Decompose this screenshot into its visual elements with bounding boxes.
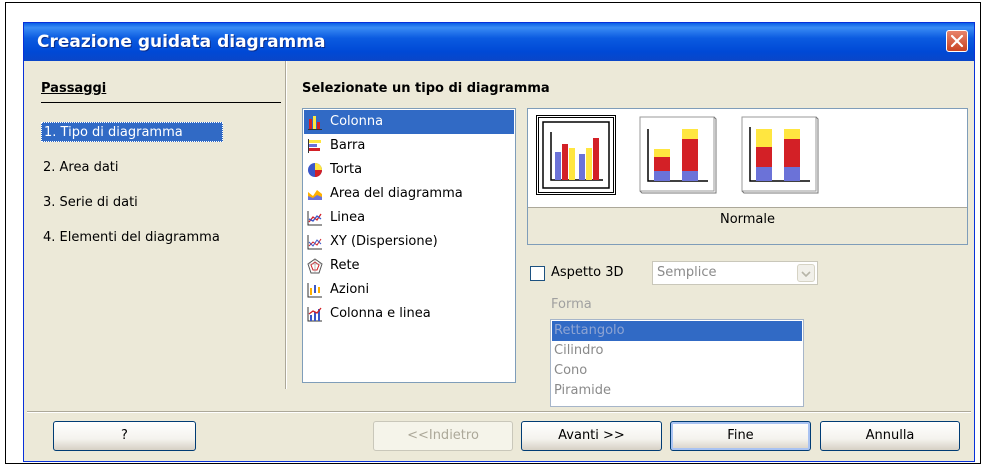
line-chart-icon	[307, 211, 322, 226]
area-chart-icon	[308, 190, 322, 200]
shape-label: Forma	[551, 297, 592, 312]
footer-separator	[27, 411, 971, 413]
chart-type-label: Area del diagramma	[330, 186, 463, 201]
scheme-dropdown-button[interactable]	[797, 264, 815, 282]
variant-stacked[interactable]	[638, 115, 718, 195]
chart-type-label: XY (Dispersione)	[330, 234, 438, 249]
net-chart-icon	[307, 258, 323, 274]
variant-caption: Normale	[528, 207, 967, 244]
shape-list[interactable]: Rettangolo Cilindro Cono Piramide	[550, 319, 804, 407]
shape-cono[interactable]: Cono	[552, 361, 802, 381]
shape-rettangolo[interactable]: Rettangolo	[552, 321, 802, 341]
finish-button[interactable]: Fine	[670, 421, 811, 451]
aspect-3d-label[interactable]: Aspetto 3D	[551, 265, 623, 280]
step-data-range[interactable]: 2. Area dati	[41, 158, 121, 178]
vertical-separator	[285, 61, 287, 389]
next-button[interactable]: Avanti >>	[521, 421, 662, 451]
chart-type-label: Colonna e linea	[330, 306, 431, 321]
dialog-title: Creazione guidata diagramma	[37, 32, 326, 52]
chart-type-heading: Selezionate un tipo di diagramma	[302, 81, 550, 96]
steps-divider	[41, 102, 281, 103]
chart-type-barra[interactable]: Barra	[304, 134, 514, 158]
variant-normal[interactable]	[536, 115, 616, 195]
stock-chart-icon	[307, 283, 322, 298]
back-button[interactable]: <<Indietro	[373, 421, 513, 451]
cancel-button[interactable]: Annulla	[820, 421, 960, 451]
help-button[interactable]: ?	[53, 421, 196, 451]
chart-wizard-dialog: Creazione guidata diagramma Passaggi 1. …	[23, 22, 975, 462]
chart-type-label: Azioni	[330, 282, 370, 297]
chart-type-label: Torta	[330, 162, 363, 177]
normal-variant-icon	[542, 121, 610, 189]
chevron-down-icon	[801, 271, 811, 278]
chart-type-label: Colonna	[330, 114, 384, 129]
chart-type-label: Linea	[330, 210, 366, 225]
chart-type-colonna-e-linea[interactable]: Colonna e linea	[304, 302, 514, 326]
variant-percent-stacked[interactable]	[740, 115, 820, 195]
pie-chart-icon	[308, 163, 322, 177]
shape-piramide[interactable]: Piramide	[552, 381, 802, 401]
chart-type-list[interactable]: Colonna Barra Torta Area del diagramma L…	[302, 108, 516, 383]
shape-cilindro[interactable]: Cilindro	[552, 341, 802, 361]
bar-chart-icon	[308, 139, 321, 153]
chart-type-linea[interactable]: Linea	[304, 206, 514, 230]
close-icon	[950, 34, 964, 48]
column-and-line-chart-icon	[307, 307, 322, 322]
chart-type-area[interactable]: Area del diagramma	[304, 182, 514, 206]
chart-type-rete[interactable]: Rete	[304, 254, 514, 278]
chart-type-torta[interactable]: Torta	[304, 158, 514, 182]
column-chart-icon	[308, 116, 322, 130]
step-chart-type[interactable]: 1. Tipo di diagramma	[41, 122, 223, 142]
title-bar[interactable]: Creazione guidata diagramma	[24, 23, 974, 61]
chart-type-xy[interactable]: XY (Dispersione)	[304, 230, 514, 254]
stacked-variant-icon	[639, 116, 717, 194]
chart-type-azioni[interactable]: Azioni	[304, 278, 514, 302]
steps-heading: Passaggi	[41, 81, 107, 96]
step-data-series[interactable]: 3. Serie di dati	[41, 193, 140, 213]
xy-scatter-chart-icon	[307, 235, 322, 250]
close-button[interactable]	[946, 30, 968, 52]
chart-type-colonna[interactable]: Colonna	[304, 110, 514, 134]
chart-variant-panel: Normale	[527, 108, 968, 245]
scheme-value: Semplice	[657, 265, 717, 280]
chart-type-label: Rete	[330, 258, 360, 273]
scheme-combobox[interactable]: Semplice	[652, 261, 818, 285]
aspect-3d-checkbox[interactable]	[530, 266, 545, 281]
step-chart-elements[interactable]: 4. Elementi del diagramma	[41, 228, 222, 248]
percent-stacked-variant-icon	[741, 116, 819, 194]
chart-type-label: Barra	[330, 138, 366, 153]
dialog-body: Passaggi 1. Tipo di diagramma 2. Area da…	[27, 61, 971, 458]
